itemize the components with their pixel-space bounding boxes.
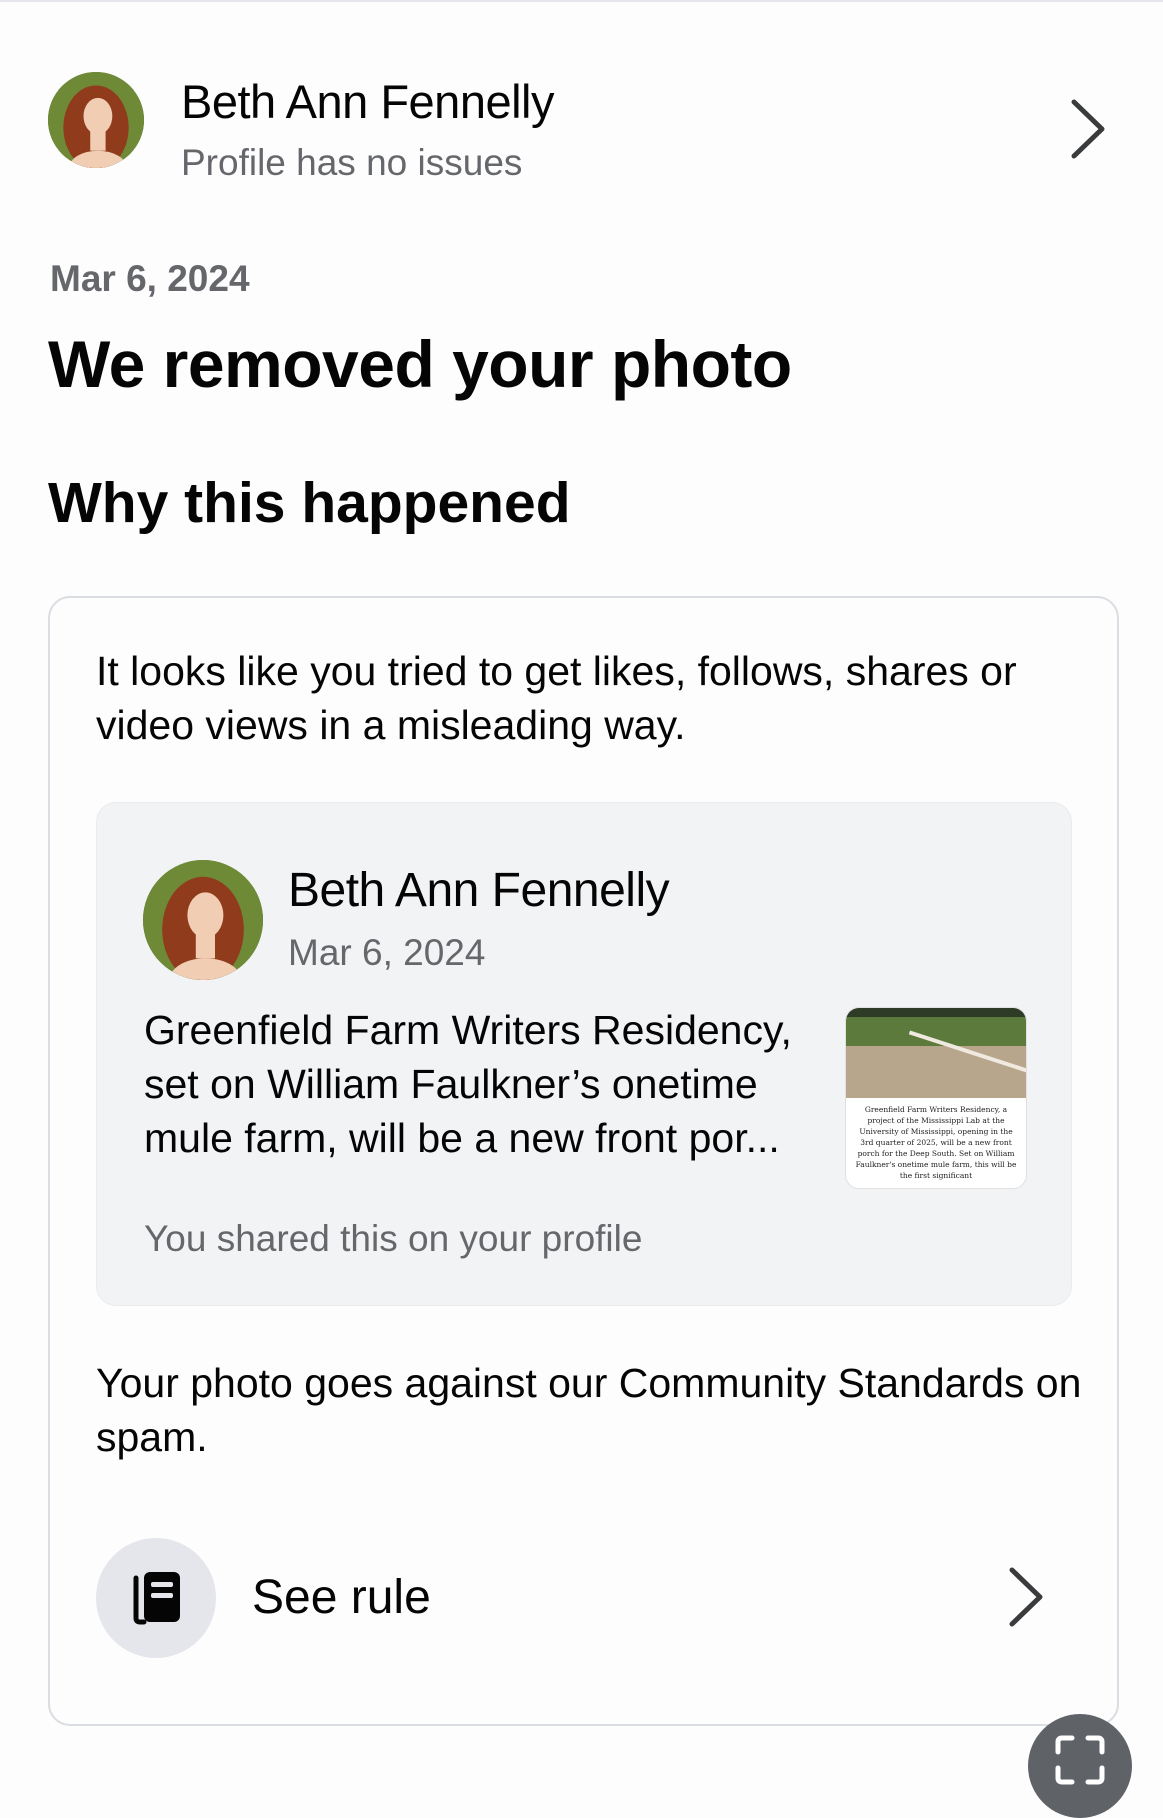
policy-text: Your photo goes against our Community St… xyxy=(96,1360,1082,1460)
reason-card: It looks like you tried to get likes, fo… xyxy=(48,596,1119,1726)
rule-book-icon xyxy=(96,1538,216,1658)
page-title: We removed your photo xyxy=(48,327,792,401)
notice-date: Mar 6, 2024 xyxy=(50,258,250,299)
profile-status: Profile has no issues xyxy=(181,142,523,183)
thumbnail-caption: Greenfield Farm Writers Residency, a pro… xyxy=(855,1105,1017,1180)
post-date: Mar 6, 2024 xyxy=(288,932,486,973)
scan-button[interactable] xyxy=(1028,1714,1132,1818)
section-title: Why this happened xyxy=(48,471,571,535)
thumbnail-photo xyxy=(846,1008,1026,1098)
chevron-right-icon xyxy=(1006,1566,1046,1628)
removed-post-preview[interactable]: Beth Ann Fennelly Mar 6, 2024 Greenfield… xyxy=(96,802,1072,1306)
top-divider xyxy=(0,0,1163,2)
post-author-name: Beth Ann Fennelly xyxy=(288,864,670,917)
profile-row[interactable]: Beth Ann Fennelly Profile has no issues xyxy=(48,72,1118,183)
post-thumbnail: Greenfield Farm Writers Residency, a pro… xyxy=(845,1007,1027,1189)
see-rule-button[interactable]: See rule xyxy=(96,1538,1072,1658)
reason-text: It looks like you tried to get likes, fo… xyxy=(96,648,1017,748)
scan-icon xyxy=(1055,1735,1105,1785)
post-author-avatar xyxy=(143,860,263,980)
chevron-right-icon[interactable] xyxy=(1068,98,1108,160)
see-rule-label: See rule xyxy=(252,1571,431,1624)
post-shared-note: You shared this on your profile xyxy=(144,1218,643,1259)
profile-name: Beth Ann Fennelly xyxy=(181,75,555,128)
post-text: Greenfield Farm Writers Residency, set o… xyxy=(144,1007,792,1161)
profile-avatar xyxy=(48,72,144,168)
